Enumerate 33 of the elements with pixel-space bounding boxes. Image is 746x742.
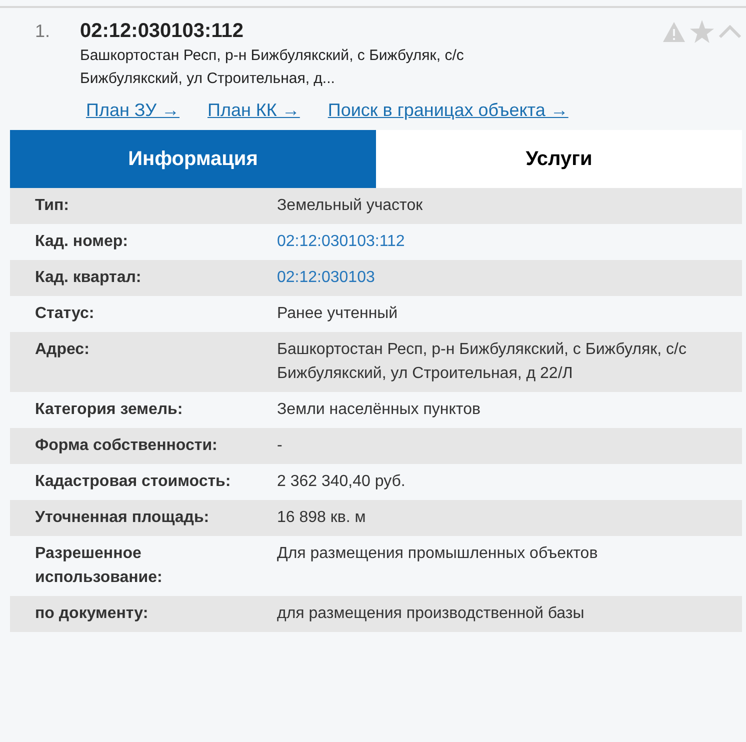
row-label: Уточненная площадь: [34, 508, 210, 528]
row-label: Адрес: [34, 340, 90, 360]
row-label: Категория земель: [34, 400, 184, 420]
collapse-icon[interactable] [718, 24, 742, 38]
row-label: Кад. квартал: [34, 268, 142, 288]
row-value: для размещения производственной базы [277, 604, 586, 624]
tab[interactable]: Информация [10, 130, 376, 188]
row-label: Кадастровая стоимость: [34, 472, 232, 492]
row-value: Ранее учтенный [277, 304, 399, 324]
row-value: 2 362 340,40 руб. [277, 472, 406, 492]
row-value: Башкортостан Респ, р-н Бижбулякский, с Бижбуляк, с/с Бижбулякский, ул Строительная, д 22/Л [277, 340, 688, 384]
row-label: Тип: [34, 196, 70, 216]
link[interactable]: Поиск в границах объекта → [328, 98, 568, 122]
row-link[interactable]: 02:12:030103:112 [277, 230, 742, 254]
row-value: - [277, 436, 284, 456]
row-label: Форма собственности: [34, 436, 218, 456]
row-label: по документу: [34, 604, 150, 624]
tab[interactable]: Услуги [376, 130, 742, 188]
row-value: Для размещения промышленных объектов [277, 544, 599, 564]
row-label: Разрешенное использование: [34, 544, 164, 588]
link[interactable]: План КК → [208, 98, 300, 122]
row-label: Статус: [34, 304, 96, 324]
row-value: Земельный участок [277, 196, 424, 216]
row-value: 16 898 кв. м [277, 508, 367, 528]
row-link[interactable]: 02:12:030103 [277, 266, 742, 290]
row-value: Земли населённых пунктов [277, 400, 482, 420]
row-label: Кад. номер: [34, 232, 129, 252]
result-index: 1. [34, 20, 52, 43]
result-title[interactable]: 02:12:030103:112 [80, 18, 662, 44]
result-address: Башкортостан Респ, р-н Бижбулякский, с Бижбуляк, с/с Бижбулякский, ул Строительная, д... [80, 46, 465, 89]
star-icon[interactable] [690, 20, 714, 43]
link[interactable]: План ЗУ → [86, 98, 180, 122]
warning-icon[interactable] [662, 20, 686, 42]
